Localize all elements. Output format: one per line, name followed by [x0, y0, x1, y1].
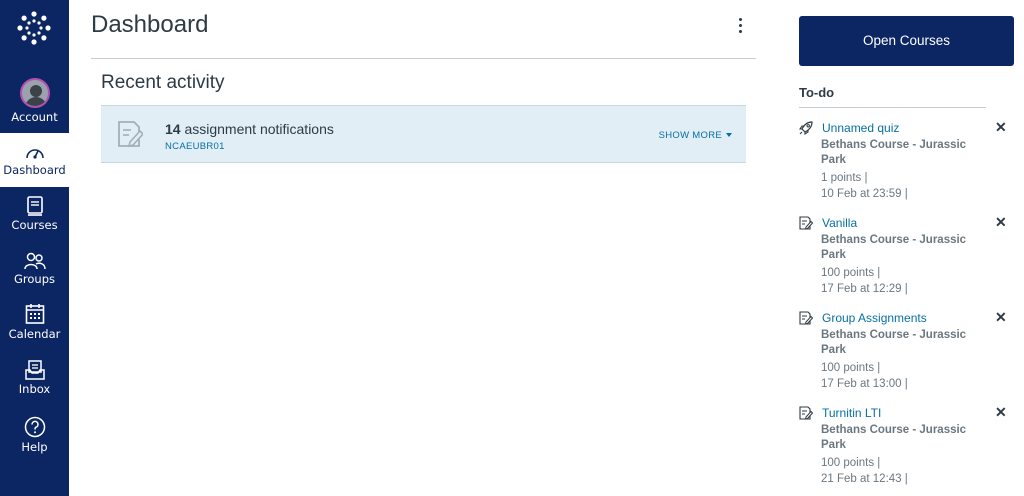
- todo-title-link[interactable]: Group Assignments: [822, 311, 927, 325]
- todo-course: Bethans Course - Jurassic Park: [821, 234, 967, 261]
- calendar-icon: [25, 304, 44, 324]
- todo-due-date: 17 Feb at 12:29 |: [821, 283, 908, 295]
- nav-item-label: Account: [11, 110, 58, 124]
- assignment-icon: [799, 311, 813, 325]
- notification-label: assignment notifications: [180, 121, 334, 137]
- assignment-icon: [799, 216, 813, 230]
- todo-title-link[interactable]: Vanilla: [822, 216, 857, 230]
- dashboard-icon: [25, 149, 44, 159]
- todo-meta: 100 points | 17 Feb at 12:29 |: [821, 265, 908, 297]
- todo-points: 100 points |: [821, 457, 881, 469]
- chevron-down-icon: [726, 133, 732, 138]
- nav-item-label: Dashboard: [3, 163, 66, 177]
- assignment-icon: [118, 121, 143, 148]
- nav-item-label: Help: [21, 440, 48, 454]
- todo-heading: To-do: [799, 85, 835, 100]
- groups-icon: [23, 252, 46, 270]
- todo-points: 1 points |: [821, 172, 868, 184]
- todo-title-link[interactable]: Unnamed quiz: [822, 121, 899, 135]
- todo-course: Bethans Course - Jurassic Park: [821, 329, 967, 356]
- todo-due-date: 17 Feb at 13:00 |: [821, 378, 908, 390]
- course-code: NCAEUBR01: [165, 141, 225, 152]
- todo-points: 100 points |: [821, 362, 881, 374]
- nav-item-account[interactable]: Account: [0, 78, 69, 130]
- nav-item-help[interactable]: Help: [0, 416, 69, 460]
- nav-item-label: Courses: [11, 218, 58, 232]
- open-courses-button[interactable]: Open Courses: [799, 16, 1014, 66]
- nav-item-label: Calendar: [8, 327, 61, 341]
- todo-meta: 100 points | 17 Feb at 13:00 |: [821, 360, 908, 392]
- close-icon[interactable]: ✕: [995, 214, 1007, 231]
- show-more-button[interactable]: SHOW MORE: [659, 130, 732, 141]
- notification-text: 14 assignment notifications: [165, 121, 334, 137]
- nav-item-label: Groups: [13, 272, 55, 286]
- page-title: Dashboard: [91, 11, 209, 38]
- nav-item-calendar[interactable]: Calendar: [0, 303, 69, 349]
- nav-item-groups[interactable]: Groups: [0, 252, 69, 294]
- nav-item-label: Inbox: [18, 382, 51, 396]
- todo-points: 100 points |: [821, 267, 881, 279]
- todo-meta: 1 points | 10 Feb at 23:59 |: [821, 170, 908, 202]
- divider: [799, 107, 986, 108]
- activity-notification: 14 assignment notifications NCAEUBR01 SH…: [101, 105, 746, 163]
- show-more-label: SHOW MORE: [658, 130, 722, 141]
- close-icon[interactable]: ✕: [995, 404, 1007, 421]
- dashboard-options-icon[interactable]: [733, 16, 747, 38]
- assignment-icon: [799, 406, 813, 420]
- dashboard-main: Dashboard Recent activity 14 assignment …: [69, 0, 775, 496]
- canvas-logo-icon[interactable]: [16, 10, 52, 46]
- todo-course: Bethans Course - Jurassic Park: [821, 424, 967, 451]
- todo-due-date: 21 Feb at 12:43 |: [821, 473, 908, 485]
- help-icon: [24, 416, 45, 438]
- avatar: [19, 78, 50, 108]
- close-icon[interactable]: ✕: [995, 309, 1007, 326]
- close-icon[interactable]: ✕: [995, 119, 1007, 136]
- rocket-quiz-icon: [799, 121, 813, 135]
- todo-title-link[interactable]: Turnitin LTI: [822, 406, 881, 420]
- notification-count: 14: [165, 121, 181, 137]
- nav-item-inbox[interactable]: Inbox: [0, 360, 69, 404]
- inbox-icon: [24, 360, 45, 380]
- right-sidebar: Open Courses To-do Unnamed quiz ✕ Bethan…: [799, 0, 1014, 496]
- global-nav: Account Dashboard Courses Groups Calenda…: [0, 0, 69, 496]
- nav-item-dashboard[interactable]: Dashboard: [0, 133, 69, 187]
- todo-course: Bethans Course - Jurassic Park: [821, 139, 967, 166]
- todo-due-date: 10 Feb at 23:59 |: [821, 188, 908, 200]
- divider: [91, 58, 756, 59]
- recent-activity-heading: Recent activity: [101, 72, 225, 93]
- nav-item-courses[interactable]: Courses: [0, 196, 69, 240]
- courses-icon: [26, 196, 43, 216]
- todo-meta: 100 points | 21 Feb at 12:43 |: [821, 455, 908, 487]
